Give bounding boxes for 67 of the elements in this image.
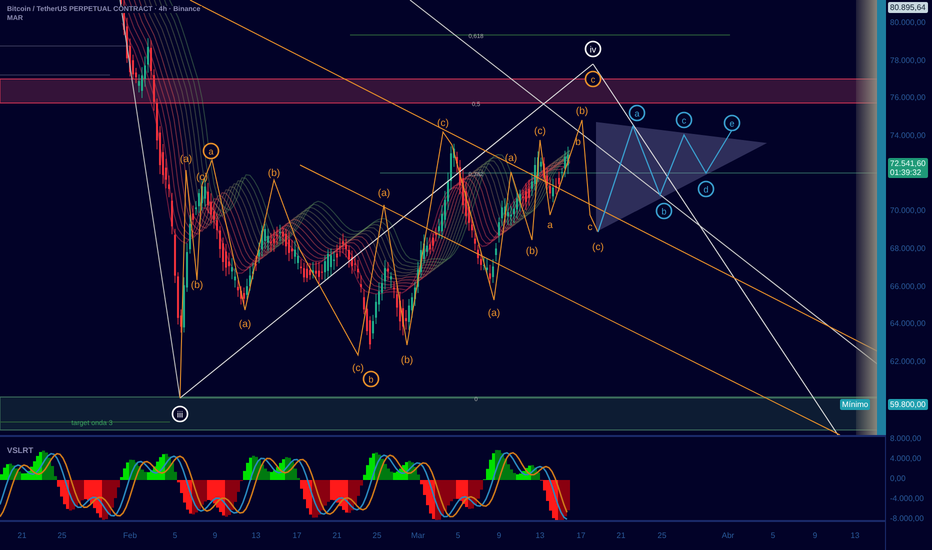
wave-label: (a) xyxy=(238,319,252,330)
time-axis-label: 13 xyxy=(252,531,260,540)
time-axis-label: 9 xyxy=(496,531,502,540)
price-axis-label: 68.000,00 xyxy=(890,244,926,253)
wave-label: a xyxy=(628,104,646,122)
oscillator-axis-label: -8.000,00 xyxy=(890,514,924,523)
wave-label: iv xyxy=(584,40,602,58)
wave-label: b xyxy=(362,370,380,388)
time-axis-label: 25 xyxy=(372,531,382,540)
indicator-name: VSLRT xyxy=(5,446,36,455)
wave-label: d xyxy=(698,180,714,198)
price-axis-label: 78.000,00 xyxy=(890,56,926,65)
oscillator-axis-label: 4.000,00 xyxy=(890,454,922,463)
price-axis-label: 70.000,00 xyxy=(890,206,926,215)
wave-label: (b) xyxy=(576,106,588,117)
oscillator-axis-label: 0,00 xyxy=(890,474,906,483)
wave-label: (c) xyxy=(534,126,546,137)
price-axis-label: 62.000,00 xyxy=(890,357,926,366)
wave-label: c xyxy=(584,70,602,88)
time-axis-label: Feb xyxy=(123,531,137,540)
time-axis-label: 5 xyxy=(172,531,178,540)
low-label-badge: Mínimo xyxy=(840,399,870,410)
wave-label: e xyxy=(724,114,740,132)
price-axis-label: 64.000,00 xyxy=(890,319,926,328)
wave-label: c xyxy=(588,222,592,233)
wave-label: (b) xyxy=(526,246,538,257)
countdown: 01:39:32 xyxy=(890,168,922,177)
current-price: 72.541,60 xyxy=(890,159,926,168)
time-axis-label: 25 xyxy=(658,531,666,540)
wave-label: (b) xyxy=(268,168,280,179)
oscillator-axis-label: -4.000,00 xyxy=(890,494,924,503)
time-axis-label: 5 xyxy=(770,531,776,540)
wave-label: a xyxy=(202,142,220,160)
high-price-badge: 80.895,64 xyxy=(888,2,928,13)
wave-label: (a) xyxy=(488,308,500,319)
wave-label: a xyxy=(547,220,553,231)
time-axis-label: 5 xyxy=(456,531,460,540)
wave-label: (b) xyxy=(190,280,204,291)
time-axis-label: 21 xyxy=(332,531,342,540)
wave-label: (c) xyxy=(352,363,364,374)
time-axis-label: Abr xyxy=(722,531,734,540)
time-axis-label: 13 xyxy=(536,531,544,540)
price-axis-label: 66.000,00 xyxy=(890,282,926,291)
time-axis-label: 13 xyxy=(850,531,860,540)
wave-label: (c) xyxy=(437,118,449,129)
wave-label: iii xyxy=(172,406,188,422)
price-axis-label: 74.000,00 xyxy=(890,131,926,140)
time-axis-label: 21 xyxy=(18,531,26,540)
wave-label: b xyxy=(575,137,581,148)
price-axis-label: 76.000,00 xyxy=(890,93,926,102)
wave-label: (c) xyxy=(592,242,604,253)
time-axis-label: 21 xyxy=(616,531,626,540)
wave-label: (b) xyxy=(400,355,414,366)
low-price-badge: 59.800,00 xyxy=(888,399,928,410)
wave-label: (a) xyxy=(180,154,192,165)
time-axis-label: Mar xyxy=(411,531,425,540)
time-axis-label: 9 xyxy=(212,531,218,540)
price-axis-label: 80.000,00 xyxy=(890,18,926,27)
time-axis-label: 25 xyxy=(58,531,66,540)
oscillator-axis-label: 8.000,00 xyxy=(890,434,922,443)
wave-label: b xyxy=(656,202,672,220)
wave-label: (a) xyxy=(504,153,518,164)
time-axis-label: 17 xyxy=(292,531,302,540)
wave-label: (a) xyxy=(378,188,390,199)
wave-label: c xyxy=(676,112,692,128)
time-axis-label: 17 xyxy=(576,531,586,540)
time-axis-label: 9 xyxy=(812,531,818,540)
